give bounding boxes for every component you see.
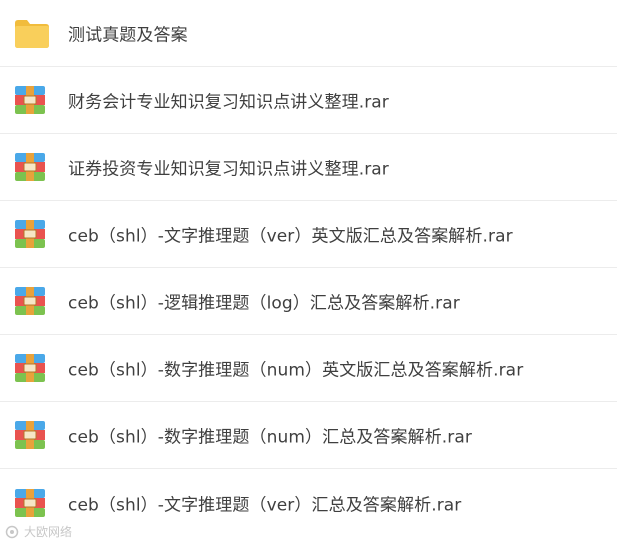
rar-archive-icon [15,421,45,449]
watermark: 大欧网络 [4,523,72,540]
file-row-archive[interactable]: ceb（shl）-文字推理题（ver）英文版汇总及答案解析.rar [0,201,617,268]
file-row-folder[interactable]: 测试真题及答案 [0,0,617,67]
file-list: 测试真题及答案 财务会计专业知识复习知识点讲义整理.rar 证券投资专业知识复习… [0,0,617,536]
file-name: ceb（shl）-逻辑推理题（log）汇总及答案解析.rar [68,293,460,314]
file-name: ceb（shl）-数字推理题（num）英文版汇总及答案解析.rar [68,360,524,381]
file-name: 测试真题及答案 [68,25,188,46]
watermark-text: 大欧网络 [24,525,73,539]
file-row-archive[interactable]: ceb（shl）-文字推理题（ver）汇总及答案解析.rar [0,469,617,536]
file-name: 财务会计专业知识复习知识点讲义整理.rar [68,92,389,113]
rar-archive-icon [15,86,45,114]
file-row-archive[interactable]: ceb（shl）-数字推理题（num）汇总及答案解析.rar [0,402,617,469]
rar-archive-icon [15,354,45,382]
rar-archive-icon [15,153,45,181]
folder-icon [15,20,49,48]
file-name: 证券投资专业知识复习知识点讲义整理.rar [68,159,389,180]
file-name: ceb（shl）-文字推理题（ver）汇总及答案解析.rar [68,495,462,515]
rar-archive-icon [15,287,45,315]
file-name: ceb（shl）-数字推理题（num）汇总及答案解析.rar [68,427,472,448]
camera-logo-icon [5,525,19,538]
file-row-archive[interactable]: 财务会计专业知识复习知识点讲义整理.rar [0,67,617,134]
file-row-archive[interactable]: 证券投资专业知识复习知识点讲义整理.rar [0,134,617,201]
rar-archive-icon [15,488,45,517]
file-row-archive[interactable]: ceb（shl）-逻辑推理题（log）汇总及答案解析.rar [0,268,617,335]
file-name: ceb（shl）-文字推理题（ver）英文版汇总及答案解析.rar [68,226,513,247]
file-row-archive[interactable]: ceb（shl）-数字推理题（num）英文版汇总及答案解析.rar [0,335,617,402]
rar-archive-icon [15,220,45,248]
